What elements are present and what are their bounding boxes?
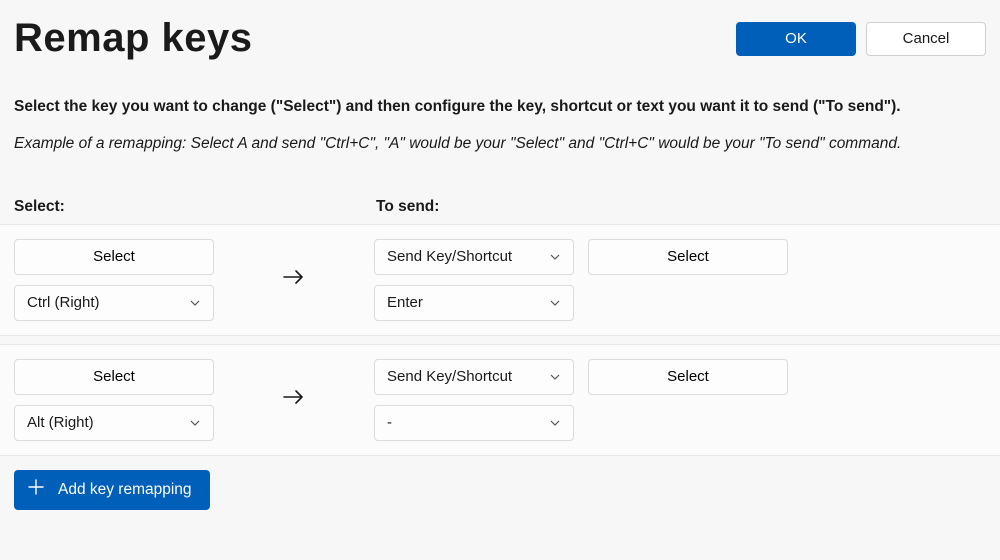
arrow-right-icon [280,263,308,296]
add-button-label: Add key remapping [58,481,192,499]
remap-row: Select Ctrl (Right) Send Key/Shortcut [0,225,1000,336]
instructions-text: Select the key you want to change ("Sele… [14,95,986,118]
send-type-dropdown[interactable]: Send Key/Shortcut [374,239,574,275]
select-key-button[interactable]: Select [14,359,214,395]
key-dropdown[interactable]: Alt (Right) [14,405,214,441]
cancel-button[interactable]: Cancel [866,22,986,56]
key-dropdown[interactable]: Ctrl (Right) [14,285,214,321]
chevron-down-icon [189,417,201,429]
send-select-button[interactable]: Select [588,359,788,395]
chevron-down-icon [189,297,201,309]
ok-button[interactable]: OK [736,22,856,56]
send-type-value: Send Key/Shortcut [387,248,512,265]
add-key-remapping-button[interactable]: Add key remapping [14,470,210,510]
send-key-dropdown[interactable]: - [374,405,574,441]
plus-icon [26,477,46,502]
send-select-button[interactable]: Select [588,239,788,275]
instructions-example: Example of a remapping: Select A and sen… [14,132,986,155]
send-type-value: Send Key/Shortcut [387,368,512,385]
chevron-down-icon [549,417,561,429]
remap-row: Select Alt (Right) Send Key/Shortcut [0,344,1000,456]
column-header-select: Select: [14,198,376,216]
send-key-value: Enter [387,294,423,311]
send-type-dropdown[interactable]: Send Key/Shortcut [374,359,574,395]
select-key-button[interactable]: Select [14,239,214,275]
page-title: Remap keys [14,16,252,61]
chevron-down-icon [549,251,561,263]
column-header-to-send: To send: [376,198,439,216]
send-key-value: - [387,414,392,431]
key-dropdown-value: Ctrl (Right) [27,294,100,311]
chevron-down-icon [549,297,561,309]
chevron-down-icon [549,371,561,383]
send-key-dropdown[interactable]: Enter [374,285,574,321]
arrow-right-icon [280,383,308,416]
key-dropdown-value: Alt (Right) [27,414,94,431]
